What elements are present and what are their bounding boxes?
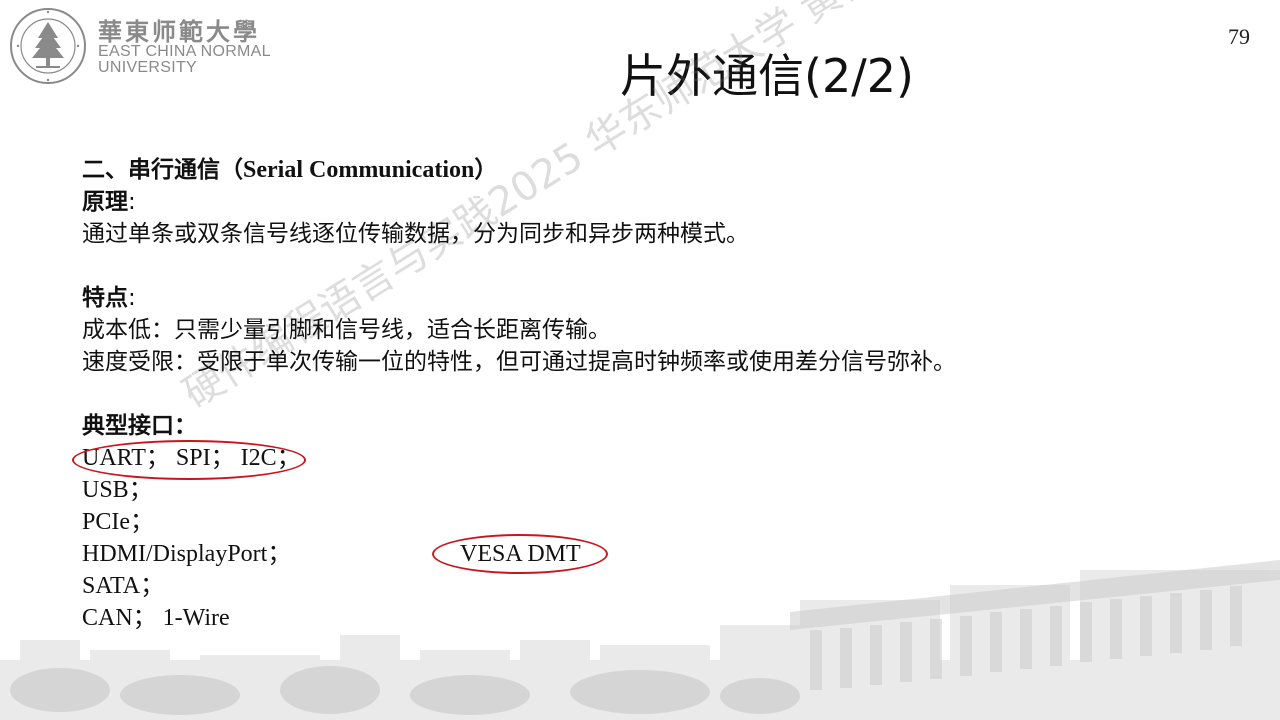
principle-heading: 原理: [82,186,1202,218]
university-logo: 華東师範大學 EAST CHINA NORMAL UNIVERSITY [8,6,298,84]
interface-item-sata: SATA； [82,573,165,599]
university-seal-icon [10,8,86,84]
section-heading: 二、串行通信（Serial Communication） [82,154,1202,186]
interface-item-hdmi-displayport: HDMI/DisplayPort； [82,541,292,567]
slide-title: 片外通信(2/2) [620,49,914,103]
interface-item-can-1wire: CAN； 1-Wire [82,605,230,631]
section-heading-close: ） [474,157,498,183]
logo-english-name: EAST CHINA NORMAL UNIVERSITY [98,44,271,76]
interface-item-usb: USB； [82,477,153,503]
logo-chinese-name: 華東师範大學 [98,17,260,46]
features-heading: 特点: [82,282,1202,314]
annotation-ellipse-vesa-dmt [432,534,608,574]
section-heading-en: Serial Communication [243,157,475,183]
features-label: 特点 [82,285,128,311]
feature-cost: 成本低：只需少量引脚和信号线，适合长距离传输。 [82,317,611,343]
features-colon: : [128,285,136,311]
section-heading-cn: 二、串行通信（ [82,157,243,183]
principle-text: 通过单条或双条信号线逐位传输数据，分为同步和异步两种模式。 [82,221,749,247]
logo-english-line-2: UNIVERSITY [98,59,198,76]
interfaces-heading: 典型接口： [82,413,197,439]
slide-content: 二、串行通信（Serial Communication） 原理: 通过单条或双条… [82,154,1202,634]
interface-item-pcie: PCIe； [82,509,154,535]
logo-english-line-1: EAST CHINA NORMAL [98,43,271,60]
feature-speed: 速度受限：受限于单次传输一位的特性，但可通过提高时钟频率或使用差分信号弥补。 [82,349,956,375]
slide: 華東师範大學 EAST CHINA NORMAL UNIVERSITY 79 片… [0,0,1280,720]
principle-colon: : [128,189,136,215]
principle-label: 原理 [82,189,128,215]
page-number: 79 [1228,24,1250,49]
annotation-ellipse-uart-spi-i2c [72,440,306,480]
